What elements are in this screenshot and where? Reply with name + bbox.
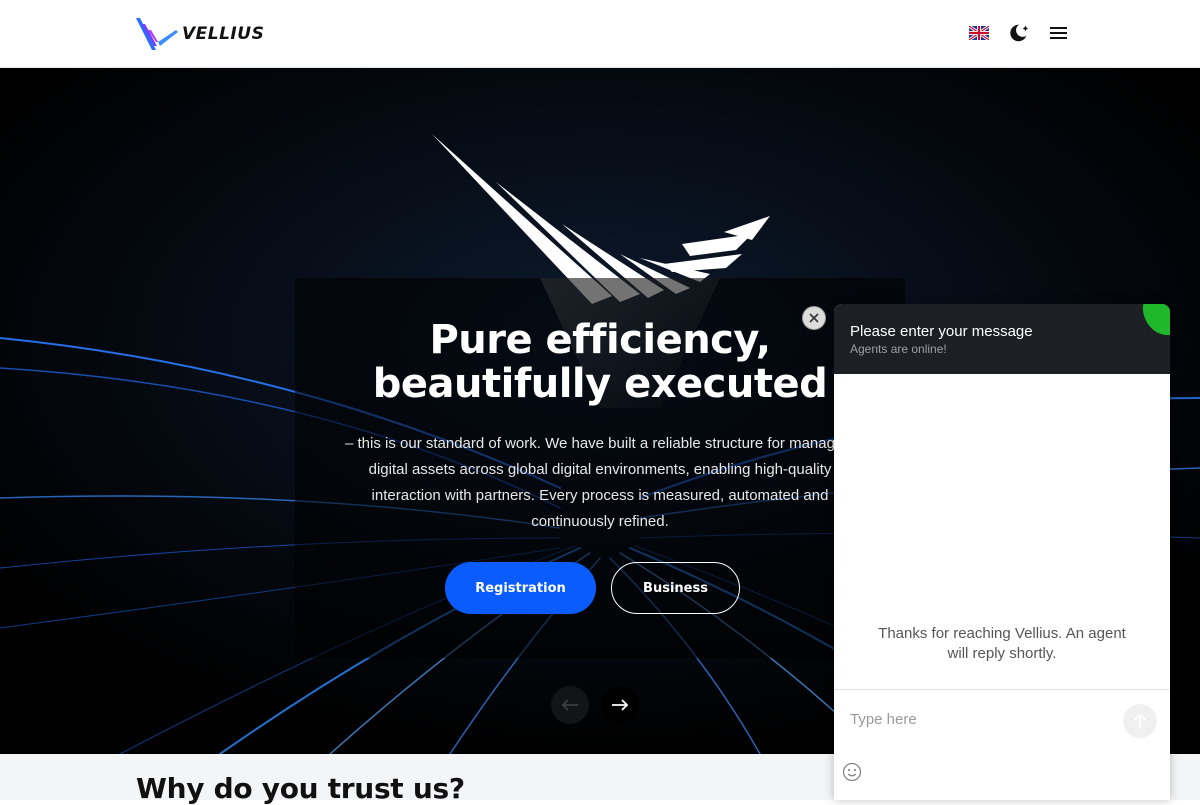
slider-next-button[interactable] <box>601 686 639 724</box>
chat-send-button[interactable] <box>1123 704 1157 738</box>
chat-widget: Please enter your message Agents are onl… <box>834 304 1170 800</box>
chat-close-button[interactable] <box>802 306 826 330</box>
hero-description: – this is our standard of work. We have … <box>345 435 855 530</box>
chat-message-input[interactable] <box>850 708 1110 730</box>
slider-prev-button[interactable] <box>551 686 589 724</box>
chat-subtitle: Agents are online! <box>850 342 947 356</box>
chat-title: Please enter your message <box>850 323 1033 340</box>
theme-toggle-icon[interactable] <box>1008 22 1030 44</box>
logo-text: VELLIUS <box>182 24 265 44</box>
business-button[interactable]: Business <box>611 562 740 614</box>
registration-button[interactable]: Registration <box>445 562 596 614</box>
emoji-icon[interactable] <box>842 762 862 782</box>
chat-auto-message: Thanks for reaching Vellius. An agent wi… <box>878 625 1126 662</box>
logo-mark-icon <box>136 18 178 50</box>
arrow-right-icon <box>612 699 629 711</box>
chat-header: Please enter your message Agents are onl… <box>834 304 1170 374</box>
arrow-left-icon <box>561 699 578 711</box>
uk-flag-icon[interactable] <box>968 22 990 44</box>
trust-heading: Why do you trust us? <box>136 772 465 805</box>
menu-icon[interactable] <box>1048 22 1070 44</box>
site-header: VELLIUS <box>0 0 1200 68</box>
hero-title-line-2: beautifully executed <box>372 361 828 407</box>
close-icon <box>809 313 819 323</box>
send-arrow-up-icon <box>1134 713 1146 728</box>
chat-compose <box>834 689 1170 800</box>
logo[interactable]: VELLIUS <box>136 16 264 52</box>
hero-title: Pure efficiency, beautifully executed <box>300 318 900 406</box>
online-status-icon <box>1134 304 1170 343</box>
